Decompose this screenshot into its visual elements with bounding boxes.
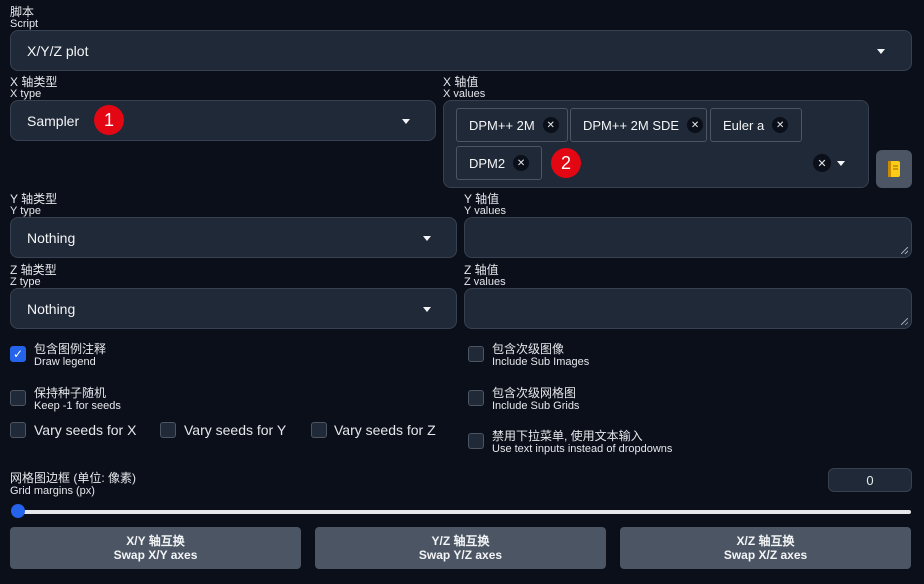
close-icon[interactable]: ✕	[513, 155, 530, 171]
y-type-value: Nothing	[27, 229, 76, 246]
keep-seeds-checkbox[interactable]	[10, 390, 26, 406]
draw-legend-label-en: Draw legend	[34, 356, 96, 368]
grid-margins-slider-thumb[interactable]	[11, 504, 25, 518]
x-value-tag: Euler a ✕	[710, 108, 802, 142]
chevron-down-icon	[402, 119, 410, 124]
resize-grip-icon[interactable]	[901, 318, 908, 325]
chevron-down-icon	[423, 307, 431, 312]
grid-margins-label: 网格图边框 (单位: 像素)	[10, 471, 136, 485]
chevron-down-icon[interactable]	[837, 161, 845, 166]
y-values-label-en: Y values	[464, 205, 506, 217]
z-type-label: Z 轴类型	[10, 263, 57, 277]
swap-xy-button[interactable]: X/Y 轴互换 Swap X/Y axes	[10, 527, 301, 569]
y-type-label-en: Y type	[10, 205, 41, 217]
grid-margins-slider-track[interactable]	[13, 510, 911, 514]
x-type-label-en: X type	[10, 88, 42, 100]
swap-yz-button[interactable]: Y/Z 轴互换 Swap Y/Z axes	[315, 527, 606, 569]
x-type-label: X 轴类型	[10, 75, 58, 89]
y-values-label: Y 轴值	[464, 192, 500, 206]
vary-seeds-y-label: Vary seeds for Y	[184, 422, 287, 438]
z-type-dropdown[interactable]: Nothing	[10, 288, 457, 329]
swap-xy-label-cn: X/Y 轴互换	[126, 534, 185, 548]
z-values-label: Z 轴值	[464, 263, 499, 277]
x-value-tag: DPM++ 2M SDE ✕	[570, 108, 707, 142]
tag-label: DPM2	[469, 155, 506, 171]
notebook-icon	[888, 161, 900, 177]
vary-seeds-x-checkbox[interactable]	[10, 422, 26, 438]
draw-legend-checkbox[interactable]: ✓	[10, 346, 26, 362]
annotation-badge-1: 1	[94, 105, 124, 135]
swap-xz-label-cn: X/Z 轴互换	[736, 534, 795, 548]
include-sub-grids-checkbox[interactable]	[468, 390, 484, 406]
swap-xy-label-en: Swap X/Y axes	[113, 548, 198, 562]
y-type-label: Y 轴类型	[10, 192, 58, 206]
draw-legend-label: 包含图例注释	[34, 342, 107, 356]
text-inputs-label-en: Use text inputs instead of dropdowns	[492, 443, 673, 455]
vary-seeds-z-label: Vary seeds for Z	[334, 422, 436, 438]
close-icon[interactable]: ✕	[542, 117, 559, 133]
x-values-label: X 轴值	[443, 75, 479, 89]
chevron-down-icon	[877, 49, 885, 54]
z-type-value: Nothing	[27, 300, 76, 317]
vary-seeds-y-checkbox[interactable]	[160, 422, 176, 438]
include-sub-grids-label: 包含次级网格图	[492, 386, 577, 400]
include-sub-grids-label-en: Include Sub Grids	[492, 400, 580, 412]
script-value: X/Y/Z plot	[27, 42, 89, 59]
tag-label: Euler a	[723, 117, 765, 133]
resize-grip-icon[interactable]	[901, 247, 908, 254]
vary-seeds-x-label: Vary seeds for X	[34, 422, 137, 438]
vary-seeds-z-checkbox[interactable]	[311, 422, 327, 438]
text-inputs-checkbox[interactable]	[468, 433, 484, 449]
notebook-button[interactable]	[876, 150, 912, 188]
z-values-input[interactable]	[464, 288, 912, 329]
include-sub-images-checkbox[interactable]	[468, 346, 484, 362]
annotation-badge-2: 2	[551, 148, 581, 178]
grid-margins-label-en: Grid margins (px)	[10, 485, 95, 497]
swap-yz-label-en: Swap Y/Z axes	[418, 548, 503, 562]
x-values-label-en: X values	[443, 88, 486, 100]
y-type-dropdown[interactable]: Nothing	[10, 217, 457, 258]
chevron-down-icon	[423, 236, 431, 241]
z-values-label-en: Z values	[464, 276, 506, 288]
keep-seeds-label-en: Keep -1 for seeds	[34, 400, 121, 412]
script-dropdown[interactable]: X/Y/Z plot	[10, 30, 912, 71]
z-type-label-en: Z type	[10, 276, 41, 288]
include-sub-images-label: 包含次级图像	[492, 342, 565, 356]
swap-yz-label-cn: Y/Z 轴互换	[431, 534, 490, 548]
keep-seeds-label: 保持种子随机	[34, 386, 107, 400]
y-values-input[interactable]	[464, 217, 912, 258]
script-label: 脚本	[10, 5, 35, 19]
x-value-tag: DPM2 ✕	[456, 146, 542, 180]
check-icon: ✓	[12, 347, 24, 361]
x-type-value: Sampler	[27, 112, 80, 129]
x-type-dropdown[interactable]: Sampler	[10, 100, 436, 141]
swap-xz-label-en: Swap X/Z axes	[723, 548, 808, 562]
tag-label: DPM++ 2M	[469, 117, 535, 133]
swap-xz-button[interactable]: X/Z 轴互换 Swap X/Z axes	[620, 527, 911, 569]
include-sub-images-label-en: Include Sub Images	[492, 356, 590, 368]
script-label-en: Script	[10, 18, 39, 30]
close-icon[interactable]: ✕	[687, 117, 704, 133]
clear-icon[interactable]: ✕	[813, 154, 831, 172]
x-value-tag: DPM++ 2M ✕	[456, 108, 568, 142]
tag-label: DPM++ 2M SDE	[583, 117, 680, 133]
grid-margins-number-input[interactable]: 0	[828, 468, 912, 492]
close-icon[interactable]: ✕	[772, 117, 789, 133]
text-inputs-label: 禁用下拉菜单, 使用文本输入	[492, 429, 643, 443]
